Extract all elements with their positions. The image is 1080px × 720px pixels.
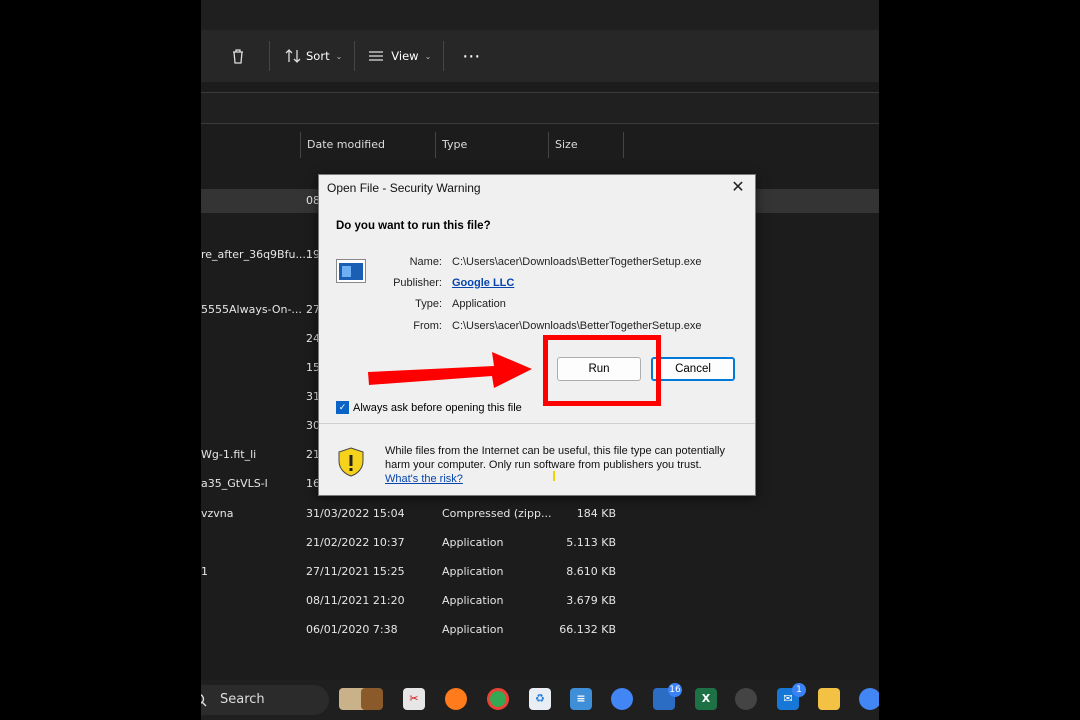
annotation-highlight-box — [543, 335, 661, 406]
annotation-overlay — [368, 352, 532, 388]
annotation-arrow — [368, 352, 532, 388]
